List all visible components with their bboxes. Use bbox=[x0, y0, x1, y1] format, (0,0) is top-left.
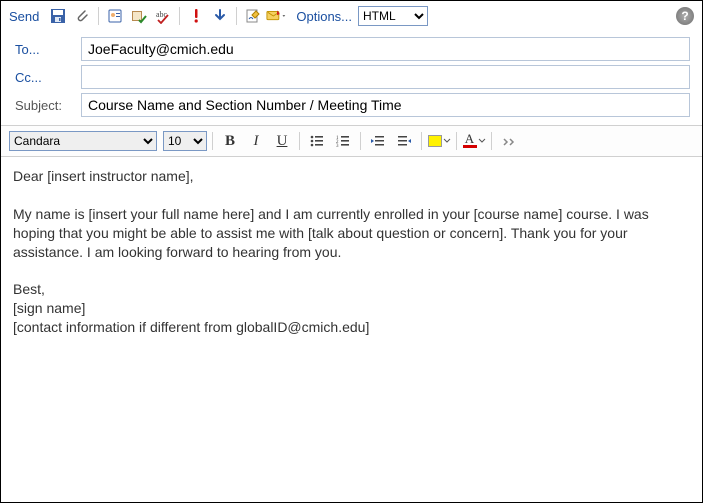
svg-text:3: 3 bbox=[336, 144, 339, 149]
bold-button[interactable]: B bbox=[218, 130, 242, 152]
chevron-down-icon bbox=[478, 137, 486, 145]
editor-toolbar: Candara 10 B I U 123 A bbox=[1, 125, 702, 157]
cc-label-button[interactable]: Cc... bbox=[15, 70, 71, 85]
font-color-button[interactable]: A bbox=[462, 130, 486, 152]
toolbar-separator bbox=[212, 132, 213, 150]
highlight-color-button[interactable] bbox=[427, 130, 451, 152]
subject-label: Subject: bbox=[15, 98, 71, 113]
high-importance-icon[interactable] bbox=[185, 5, 207, 27]
numbered-list-button[interactable]: 123 bbox=[331, 130, 355, 152]
spellcheck-icon[interactable]: abc bbox=[152, 5, 174, 27]
message-format-select[interactable]: HTML bbox=[358, 6, 428, 26]
flag-dropdown-icon[interactable] bbox=[266, 5, 288, 27]
font-name-select[interactable]: Candara bbox=[9, 131, 157, 151]
toolbar-separator bbox=[179, 7, 180, 25]
header-fields: To... Cc... Subject: bbox=[1, 31, 702, 125]
indent-button[interactable] bbox=[392, 130, 416, 152]
subject-input[interactable] bbox=[81, 93, 690, 117]
send-button[interactable]: Send bbox=[9, 9, 39, 24]
toolbar-separator bbox=[491, 132, 492, 150]
bullet-list-button[interactable] bbox=[305, 130, 329, 152]
font-size-select[interactable]: 10 bbox=[163, 131, 207, 151]
top-toolbar: Send abc Options... bbox=[1, 1, 702, 31]
message-body[interactable]: Dear [insert instructor name], My name i… bbox=[1, 157, 702, 502]
help-icon[interactable]: ? bbox=[676, 7, 694, 25]
address-book-icon[interactable] bbox=[104, 5, 126, 27]
underline-button[interactable]: U bbox=[270, 130, 294, 152]
italic-button[interactable]: I bbox=[244, 130, 268, 152]
cc-row: Cc... bbox=[1, 63, 698, 91]
attach-icon[interactable] bbox=[71, 5, 93, 27]
low-importance-icon[interactable] bbox=[209, 5, 231, 27]
compose-window: Send abc Options... bbox=[0, 0, 703, 503]
signature-icon[interactable] bbox=[242, 5, 264, 27]
to-label-button[interactable]: To... bbox=[15, 42, 71, 57]
subject-row: Subject: bbox=[1, 91, 698, 119]
toolbar-separator bbox=[236, 7, 237, 25]
more-formatting-button[interactable] bbox=[497, 130, 521, 152]
check-names-icon[interactable] bbox=[128, 5, 150, 27]
toolbar-separator bbox=[360, 132, 361, 150]
options-button[interactable]: Options... bbox=[296, 9, 352, 24]
to-row: To... bbox=[1, 35, 698, 63]
outdent-button[interactable] bbox=[366, 130, 390, 152]
chevron-down-icon bbox=[443, 137, 451, 145]
cc-input[interactable] bbox=[81, 65, 690, 89]
toolbar-separator bbox=[421, 132, 422, 150]
toolbar-separator bbox=[456, 132, 457, 150]
toolbar-separator bbox=[98, 7, 99, 25]
to-input[interactable] bbox=[81, 37, 690, 61]
toolbar-separator bbox=[299, 132, 300, 150]
save-icon[interactable] bbox=[47, 5, 69, 27]
